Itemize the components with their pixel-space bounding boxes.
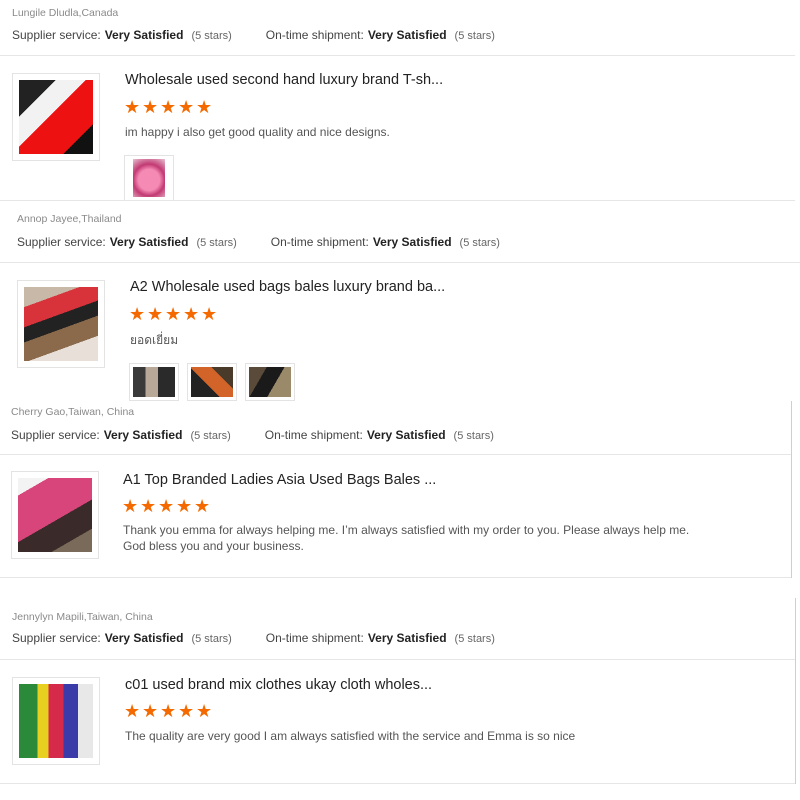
supplier-service-value: Very Satisfied <box>103 428 183 442</box>
shipment-label: On-time shipment: <box>265 28 364 42</box>
star-icon: ★ <box>196 97 213 117</box>
review-card: Annop Jayee,Thailand Supplier service: Ve… <box>0 205 800 401</box>
divider <box>0 454 792 455</box>
star-icon: ★ <box>183 304 200 324</box>
product-image[interactable] <box>12 677 100 765</box>
review-card: Lungile Dludla,Canada Supplier service: V… <box>0 0 795 201</box>
divider <box>0 577 792 578</box>
review-photo[interactable] <box>129 363 179 401</box>
review-comment: im happy i also get good quality and nic… <box>125 125 390 139</box>
supplier-service-value: Very Satisfied <box>104 28 184 42</box>
shipment-value: Very Satisfied <box>366 428 446 442</box>
shipment-stars-note: (5 stars) <box>454 633 495 645</box>
star-icon: ★ <box>124 97 141 117</box>
review-card: Cherry Gao,Taiwan, China Supplier servic… <box>0 401 792 578</box>
divider <box>0 659 795 660</box>
star-icon: ★ <box>160 97 177 117</box>
reviewer-name: Annop Jayee,Thailand <box>17 213 122 225</box>
shipment-stars-note: (5 stars) <box>459 237 500 249</box>
scroll-edge <box>795 598 796 784</box>
shipment-label: On-time shipment: <box>265 631 364 645</box>
star-icon: ★ <box>160 701 177 721</box>
supplier-ratings: Supplier service: Very Satisfied (5 stars)… <box>12 631 529 645</box>
supplier-service-label: Supplier service: <box>17 235 106 249</box>
review-card: Jennylyn Mapili,Taiwan, China Supplier s… <box>0 598 795 784</box>
supplier-service-value: Very Satisfied <box>104 631 184 645</box>
review-comment: The quality are very good I am always sa… <box>125 729 576 743</box>
star-icon: ★ <box>129 304 146 324</box>
rating-stars: ★ ★ ★ ★ ★ <box>124 701 213 721</box>
star-icon: ★ <box>124 701 141 721</box>
star-icon: ★ <box>142 701 159 721</box>
review-photo[interactable] <box>187 363 237 401</box>
review-comment: ยอดเยี่ยม <box>130 333 179 347</box>
supplier-stars-note: (5 stars) <box>190 430 231 442</box>
supplier-stars-note: (5 stars) <box>191 30 232 42</box>
star-icon: ★ <box>147 304 164 324</box>
review-comment: Thank you emma for always helping me. I’… <box>123 523 690 553</box>
rating-stars: ★ ★ ★ ★ ★ <box>129 304 218 324</box>
review-photo[interactable] <box>124 155 174 201</box>
shipment-stars-note: (5 stars) <box>453 430 494 442</box>
review-photos <box>124 155 174 201</box>
rating-stars: ★ ★ ★ ★ ★ <box>122 496 211 516</box>
star-icon: ★ <box>178 701 195 721</box>
product-image[interactable] <box>17 280 105 368</box>
rating-stars: ★ ★ ★ ★ ★ <box>124 97 213 117</box>
star-icon: ★ <box>165 304 182 324</box>
supplier-ratings: Supplier service: Very Satisfied (5 stars)… <box>11 428 528 442</box>
star-icon: ★ <box>196 701 213 721</box>
shipment-label: On-time shipment: <box>270 235 369 249</box>
product-title[interactable]: A1 Top Branded Ladies Asia Used Bags Bal… <box>123 472 436 488</box>
supplier-stars-note: (5 stars) <box>196 237 237 249</box>
product-title[interactable]: A2 Wholesale used bags bales luxury bran… <box>130 279 445 295</box>
product-title[interactable]: c01 used brand mix clothes ukay cloth wh… <box>125 677 432 693</box>
star-icon: ★ <box>178 97 195 117</box>
product-image[interactable] <box>11 471 99 559</box>
star-icon: ★ <box>158 496 175 516</box>
star-icon: ★ <box>201 304 218 324</box>
shipment-value: Very Satisfied <box>372 235 452 249</box>
reviewer-name: Jennylyn Mapili,Taiwan, China <box>12 611 153 623</box>
star-icon: ★ <box>122 496 139 516</box>
supplier-stars-note: (5 stars) <box>191 633 232 645</box>
supplier-service-label: Supplier service: <box>12 28 101 42</box>
shipment-stars-note: (5 stars) <box>454 30 495 42</box>
supplier-ratings: Supplier service: Very Satisfied (5 stars)… <box>12 28 529 42</box>
star-icon: ★ <box>194 496 211 516</box>
shipment-value: Very Satisfied <box>367 28 447 42</box>
divider <box>0 262 800 263</box>
review-photos <box>129 363 295 401</box>
supplier-service-label: Supplier service: <box>11 428 100 442</box>
reviewer-name: Cherry Gao,Taiwan, China <box>11 406 135 418</box>
divider <box>0 55 795 56</box>
review-photo[interactable] <box>245 363 295 401</box>
reviewer-name: Lungile Dludla,Canada <box>12 7 119 19</box>
product-image[interactable] <box>12 73 100 161</box>
star-icon: ★ <box>176 496 193 516</box>
divider <box>0 783 795 784</box>
supplier-service-label: Supplier service: <box>12 631 101 645</box>
supplier-ratings: Supplier service: Very Satisfied (5 stars)… <box>17 235 534 249</box>
star-icon: ★ <box>142 97 159 117</box>
star-icon: ★ <box>140 496 157 516</box>
supplier-service-value: Very Satisfied <box>109 235 189 249</box>
shipment-label: On-time shipment: <box>264 428 363 442</box>
scroll-edge <box>791 401 792 578</box>
divider <box>0 200 795 201</box>
shipment-value: Very Satisfied <box>367 631 447 645</box>
product-title[interactable]: Wholesale used second hand luxury brand … <box>125 72 443 88</box>
